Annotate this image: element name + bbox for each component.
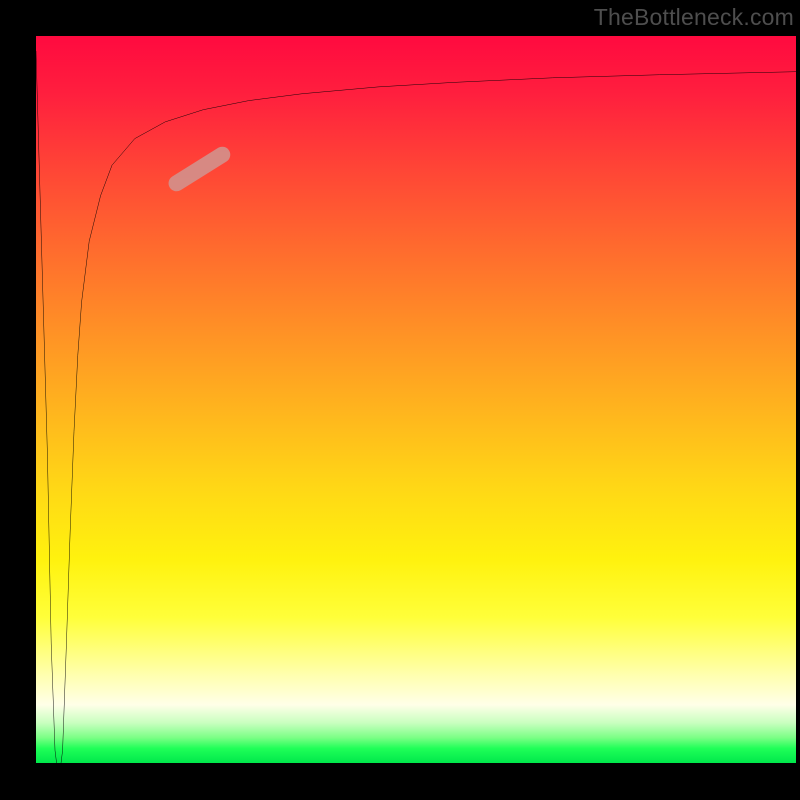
- bottleneck-curve: [36, 51, 796, 763]
- plot-area: [36, 36, 796, 763]
- curve-layer: [36, 36, 796, 763]
- attribution-label: TheBottleneck.com: [594, 4, 794, 31]
- curve-indicator: [166, 144, 234, 195]
- chart-stage: TheBottleneck.com: [0, 0, 800, 800]
